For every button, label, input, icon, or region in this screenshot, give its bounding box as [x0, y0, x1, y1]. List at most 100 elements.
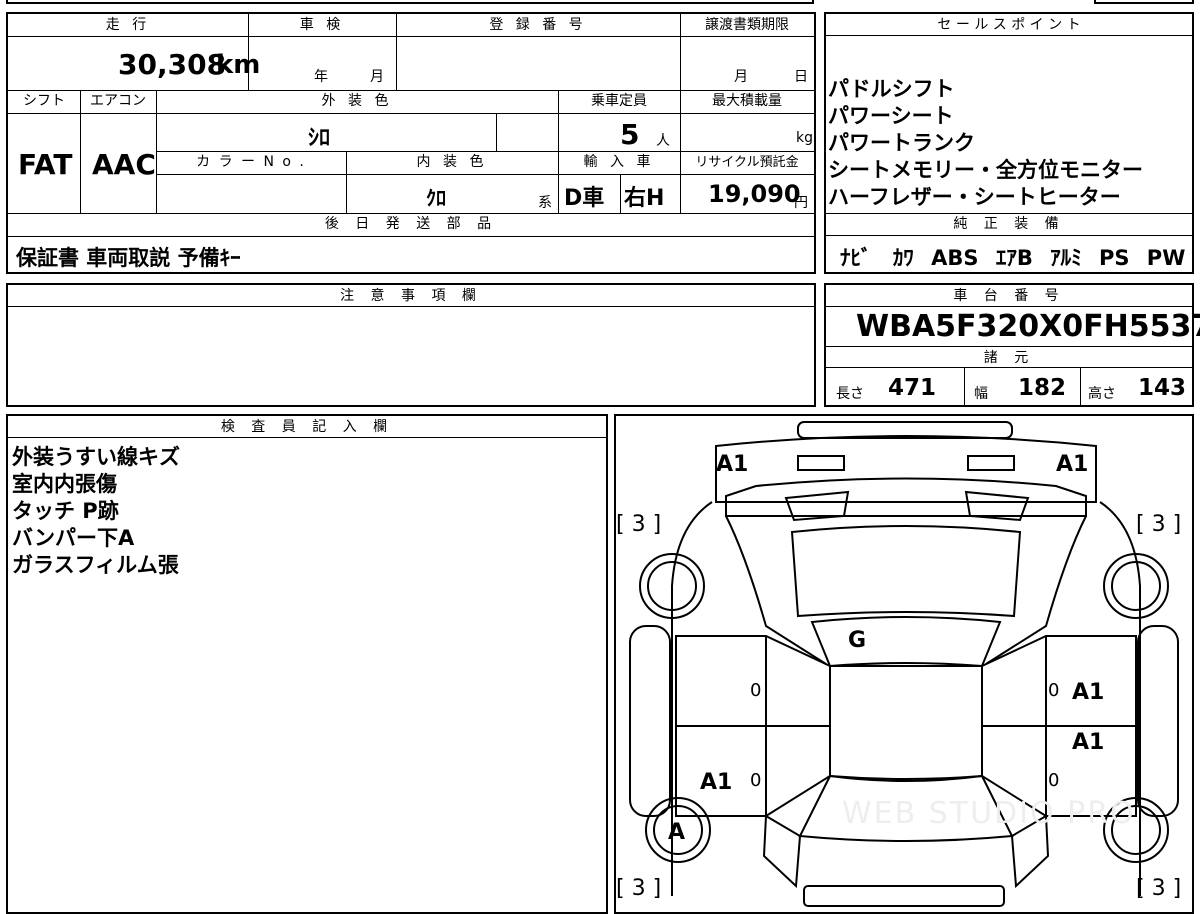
transfer-deadline-header: 譲渡書類期限: [705, 17, 789, 33]
body-outline: [671, 501, 1141, 896]
a-pillar-left: [725, 515, 827, 665]
equipment-item: ABS: [931, 246, 979, 270]
mark-left-rear-door: A1: [700, 770, 733, 795]
transfer-month-unit: 月: [734, 69, 748, 85]
chassis-header: 車 台 番 号: [826, 285, 1192, 307]
width-label: 幅: [974, 386, 988, 402]
later-parts-value: 保証書 車両取説 予備ｷｰ: [16, 246, 241, 270]
rear-bumper: [803, 885, 1005, 907]
mark-zero: 0: [750, 680, 762, 701]
mark-left-rear-wheel: A: [668, 820, 686, 845]
headlight-right: [967, 455, 1015, 471]
wheel-front-right: [1103, 553, 1169, 619]
recycle-value: 19,090: [708, 180, 801, 208]
exterior-color-header: 外 装 色: [321, 93, 393, 109]
equipment-item: ｶﾜ: [892, 246, 914, 270]
inspector-line: 外装うすい線キズ: [12, 445, 180, 469]
handle-side: 右H: [624, 186, 665, 211]
notes-panel: 注 意 事 項 欄: [6, 283, 816, 407]
inspector-line: 室内内張傷: [12, 472, 117, 496]
mark-tire-rr: [ 3 ]: [1136, 876, 1182, 901]
inspector-notes: 外装うすい線キズ 室内内張傷 タッチ P跡 バンパー下A ガラスフィルム張: [12, 444, 180, 579]
interior-color-header: 内 装 色: [416, 154, 488, 170]
inspector-panel: 検 査 員 記 入 欄 外装うすい線キズ 室内内張傷 タッチ P跡 バンパー下A…: [6, 414, 608, 914]
shift-value: FAT: [18, 148, 73, 181]
mark-zero: 0: [1048, 680, 1060, 701]
mileage-value: 30,308: [118, 48, 227, 81]
genuine-equipment-list: ﾅﾋﾞ ｶﾜ ABS ｴｱB ｱﾙﾐ PS PW: [840, 242, 1185, 272]
sales-point-item: シートメモリー・全方位モニター: [828, 158, 1143, 182]
top-strip: [6, 0, 814, 4]
vehicle-damage-diagram: A1 A1 [ 3 ] [ 3 ] G A1 A1 A1 A [ 3 ] [ 3…: [614, 414, 1194, 914]
color-no-header: カ ラ ー N o .: [196, 154, 306, 170]
a-pillar-right: [985, 515, 1087, 665]
mark-front-right: A1: [1056, 452, 1089, 477]
max-load-header: 最大積載量: [712, 93, 782, 109]
sales-points-header: セ ー ル ス ポ イ ン ト: [826, 14, 1192, 36]
notes-header: 注 意 事 項 欄: [8, 285, 814, 307]
trunk-left: [762, 814, 802, 889]
genuine-equipment-header: 純 正 装 備: [826, 213, 1192, 236]
max-load-unit: kg: [796, 130, 813, 146]
equipment-item: PW: [1146, 246, 1186, 270]
inspector-line: タッチ P跡: [12, 499, 119, 523]
exterior-color-value: ｼﾛ: [308, 126, 331, 151]
mark-right-rear-door: A1: [1072, 730, 1105, 755]
equipment-item: ﾅﾋﾞ: [840, 246, 872, 270]
interior-color-value: ｸﾛ: [426, 186, 446, 210]
sales-point-item: パワートランク: [828, 131, 975, 155]
equipment-item: ｱﾙﾐ: [1050, 246, 1082, 270]
recycle-unit: 円: [794, 195, 808, 211]
inspection-year-unit: 年: [314, 69, 328, 85]
vehicle-info-table: 走 行 車 検 登 録 番 号 譲渡書類期限 30,308 km 年 月 月 日…: [6, 12, 816, 274]
chassis-panel: 車 台 番 号 WBA5F320X0FH55379 諸 元 長さ 471 幅 1…: [824, 283, 1200, 407]
height-label: 高さ: [1088, 386, 1116, 402]
mark-front-left: A1: [716, 452, 749, 477]
inspector-header: 検 査 員 記 入 欄: [8, 416, 606, 438]
mirror-left: [629, 625, 671, 817]
mark-tire-rl: [ 3 ]: [616, 876, 662, 901]
inspector-line: ガラスフィルム張: [12, 553, 179, 577]
sales-point-item: パドルシフト: [828, 77, 955, 101]
capacity-value: 5: [620, 118, 640, 151]
mark-zero: 0: [1048, 770, 1060, 791]
capacity-header: 乗車定員: [591, 93, 647, 109]
mirror-right: [1137, 625, 1179, 817]
height-value: 143: [1138, 375, 1187, 401]
mark-zero: 0: [750, 770, 762, 791]
inspection-month-unit: 月: [370, 69, 384, 85]
bonnet: [725, 477, 1087, 517]
inspector-line: バンパー下A: [12, 526, 135, 550]
windshield-lower: [810, 616, 1002, 668]
equipment-item: PS: [1098, 246, 1130, 270]
watermark: WEB STUDIO PRO: [842, 796, 1136, 831]
recycle-header: リサイクル預託金: [695, 155, 799, 170]
registration-header: 登 録 番 号: [489, 17, 587, 33]
mark-right-front-door: A1: [1072, 680, 1105, 705]
car-outline-svg: [629, 421, 1179, 907]
transfer-day-unit: 日: [794, 69, 808, 85]
mark-windshield: G: [848, 628, 867, 653]
capacity-unit: 人: [656, 133, 670, 149]
sales-points-panel: セ ー ル ス ポ イ ン ト パドルシフト パワーシート パワートランク シー…: [824, 12, 1194, 274]
mileage-header: 走 行: [105, 17, 151, 33]
length-label: 長さ: [836, 386, 864, 402]
mileage-unit: km: [216, 50, 261, 80]
interior-color-suffix: 系: [538, 195, 552, 211]
chassis-number: WBA5F320X0FH55379: [856, 309, 1200, 344]
mark-tire-fl: [ 3 ]: [616, 512, 662, 537]
equipment-item: ｴｱB: [995, 246, 1033, 270]
aircon-value: AAC: [92, 148, 156, 181]
later-parts-header: 後 日 発 送 部 品: [324, 216, 498, 232]
import-header: 輸 入 車: [583, 154, 655, 170]
specs-header: 諸 元: [826, 346, 1192, 368]
roof: [829, 665, 983, 780]
headlight-left: [797, 455, 845, 471]
inspection-header: 車 検: [299, 17, 345, 33]
import-type: D車: [564, 186, 605, 211]
top-strip-right: [1094, 0, 1194, 4]
sales-point-item: ハーフレザー・シートヒーター: [828, 185, 1121, 209]
aircon-header: エアコン: [90, 93, 146, 109]
shift-header: シフト: [23, 93, 65, 109]
length-value: 471: [888, 375, 937, 401]
